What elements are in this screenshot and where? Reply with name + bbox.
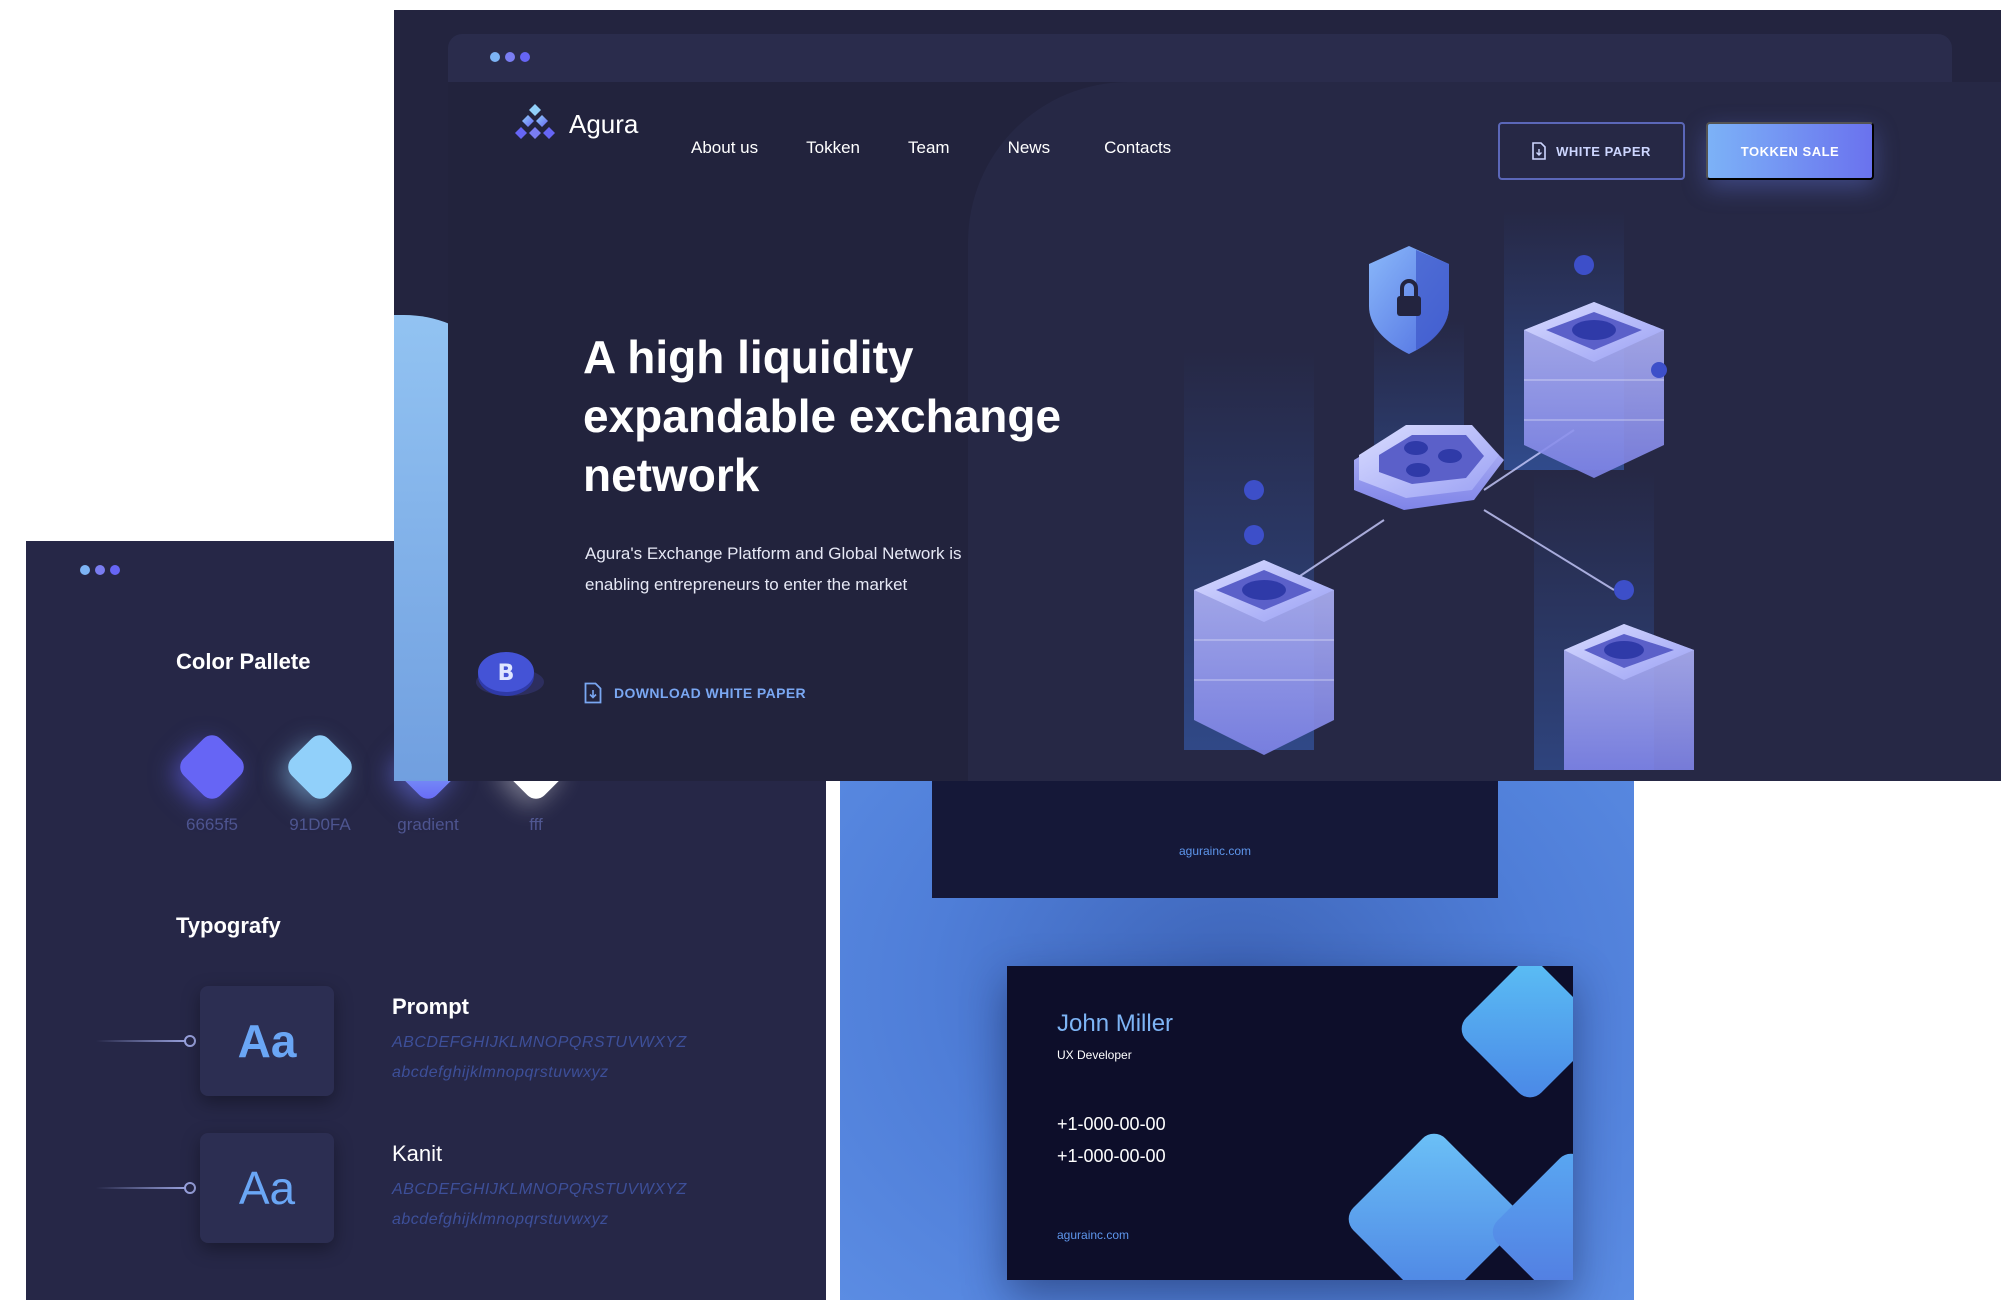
lowercase-alphabet: abcdefghijklmnopqrstuvwxyz — [392, 1211, 609, 1228]
card-phone: +1-000-00-00 — [1057, 1114, 1166, 1134]
card-phone: +1-000-00-00 — [1057, 1146, 1166, 1166]
color-palette-heading: Color Pallete — [176, 649, 311, 674]
headline-line: A high liquidity — [583, 331, 914, 383]
business-card-back: agurainc.com — [932, 780, 1498, 898]
nav-contacts[interactable]: Contacts — [1104, 138, 1171, 158]
headline-line: expandable exchange — [583, 390, 1062, 442]
card-diamond-shape — [1455, 966, 1573, 1104]
brand-logo[interactable]: Agura — [515, 102, 638, 146]
connector-line — [96, 1187, 188, 1189]
hero-subtext: Agura's Exchange Platform and Global Net… — [585, 538, 1045, 600]
swatch-code: 6665f5 — [186, 815, 238, 834]
swatch-code: fff — [529, 815, 543, 834]
lowercase-alphabet: abcdefghijklmnopqrstuvwxyz — [392, 1064, 609, 1081]
window-dot — [95, 565, 105, 575]
headline-line: network — [583, 449, 760, 501]
document-download-icon — [584, 682, 602, 704]
bitcoin-coin-icon: B — [476, 652, 544, 696]
agura-logo-icon — [515, 104, 555, 139]
nav-team[interactable]: Team — [908, 138, 950, 158]
font-sample-tile: Aa — [200, 986, 334, 1096]
landing-page-mockup: Agura About us Tokken Team News Contacts… — [394, 10, 2001, 781]
typography-heading: Typografy — [176, 913, 281, 938]
font-specimen-prompt: Aa Prompt ABCDEFGHIJKLMNOPQRSTUVWXYZ abc… — [96, 986, 696, 1096]
business-card-front: John Miller UX Developer +1-000-00-00 +1… — [1007, 966, 1573, 1280]
card-diamond-shape — [1342, 1127, 1526, 1280]
blockchain-network-illustration — [1184, 210, 1694, 770]
font-specimen-kanit: Aa Kanit ABCDEFGHIJKLMNOPQRSTUVWXYZ abcd… — [96, 1133, 696, 1243]
nav-news[interactable]: News — [1008, 138, 1051, 158]
font-sample-tile: Aa — [200, 1133, 334, 1243]
download-white-paper-link[interactable]: DOWNLOAD WHITE PAPER — [584, 682, 806, 704]
mockup-stage: Color Pallete 6665f5 91D0FA gradient fff… — [0, 0, 2001, 1300]
card-url: agurainc.com — [1178, 844, 1252, 858]
window-dots — [80, 565, 120, 575]
uppercase-alphabet: ABCDEFGHIJKLMNOPQRSTUVWXYZ — [392, 1034, 687, 1051]
window-dot — [80, 565, 90, 575]
brand-name: Agura — [569, 108, 639, 139]
coin-symbol: B — [498, 661, 515, 686]
white-paper-label: WHITE PAPER — [1556, 143, 1651, 159]
uppercase-alphabet: ABCDEFGHIJKLMNOPQRSTUVWXYZ — [392, 1181, 687, 1198]
swatch-diamond — [283, 730, 357, 804]
card-role: UX Developer — [1057, 1048, 1132, 1062]
font-name: Prompt — [392, 994, 469, 1019]
connector-knob — [184, 1182, 196, 1194]
main-nav: About us Tokken Team News Contacts — [691, 138, 1219, 158]
window-dot — [490, 52, 500, 62]
token-sale-button[interactable]: TOKKEN SALE — [1706, 122, 1874, 180]
business-cards-panel: agurainc.com John Miller UX Developer +1… — [840, 780, 1634, 1300]
font-name: Kanit — [392, 1141, 443, 1166]
swatch-primary: 6665f5 — [175, 730, 249, 835]
window-dots — [490, 52, 530, 62]
document-icon — [1532, 142, 1546, 160]
download-label: DOWNLOAD WHITE PAPER — [614, 685, 807, 701]
window-dot — [505, 52, 515, 62]
hero-headline: A high liquidity expandable exchange net… — [583, 328, 1143, 505]
swatch-code: gradient — [397, 815, 459, 834]
swatch-diamond — [175, 730, 249, 804]
swatch-code: 91D0FA — [289, 815, 351, 834]
swatch-secondary: 91D0FA — [283, 730, 357, 835]
connector-line — [96, 1040, 188, 1042]
window-dot — [110, 565, 120, 575]
browser-titlebar — [448, 34, 1952, 82]
connector-knob — [184, 1035, 196, 1047]
card-name: John Miller — [1057, 1010, 1174, 1037]
nav-tokken[interactable]: Tokken — [806, 138, 860, 158]
subtext-line: enabling entrepreneurs to enter the mark… — [585, 575, 908, 594]
subtext-line: Agura's Exchange Platform and Global Net… — [585, 544, 962, 563]
nav-about-us[interactable]: About us — [691, 138, 758, 158]
window-dot — [520, 52, 530, 62]
card-url: agurainc.com — [1057, 1228, 1130, 1242]
white-paper-button[interactable]: WHITE PAPER — [1498, 122, 1685, 180]
